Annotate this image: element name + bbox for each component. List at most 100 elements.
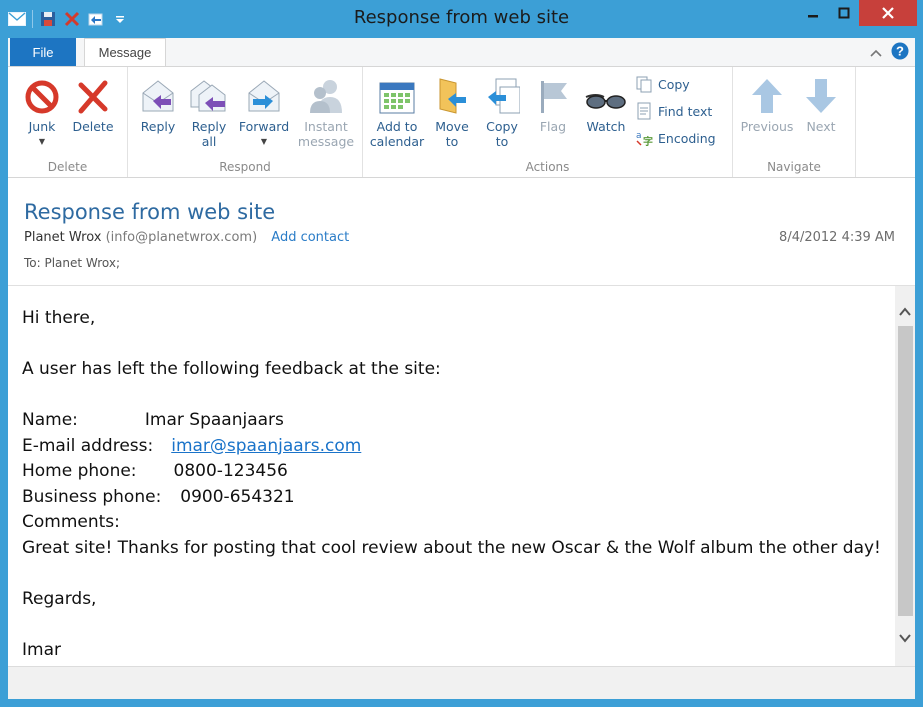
window-title: Response from web site <box>353 7 570 28</box>
encoding-button[interactable]: a字 Encoding <box>635 129 716 148</box>
collapse-ribbon-icon[interactable] <box>869 45 883 63</box>
flag-label: Flag <box>539 119 567 134</box>
previous-arrow-icon <box>752 79 782 113</box>
regards: Regards, <box>22 588 97 609</box>
copy-label: Copy <box>658 76 690 92</box>
copy-to-label-1: Copy <box>486 119 518 134</box>
reply-all-icon <box>190 80 226 112</box>
message-body: Hi there, A user has left the following … <box>8 286 915 666</box>
copy-to-label-2: to <box>495 134 509 149</box>
instant-message-button[interactable]: Instant message <box>294 73 358 149</box>
watch-glasses-icon <box>585 94 626 109</box>
previous-button[interactable]: Previous <box>739 73 795 134</box>
help-icon[interactable]: ? <box>891 42 909 65</box>
ribbon: Junk ▼ Delete Delete Reply Reply all For… <box>8 66 915 178</box>
flag-button[interactable]: Flag <box>531 73 575 134</box>
navigate-group: Previous Next Navigate <box>733 67 856 177</box>
next-button[interactable]: Next <box>799 73 843 134</box>
next-arrow-icon <box>806 79 836 113</box>
copy-icon <box>636 76 652 93</box>
find-text-icon <box>637 102 651 120</box>
maximize-button[interactable] <box>829 0 859 26</box>
close-icon <box>882 7 894 19</box>
forward-icon <box>248 80 280 112</box>
message-from: Planet Wrox (info@planetwrox.com) Add co… <box>24 230 349 245</box>
mail-window: Response from web site File Message ? Ju… <box>0 0 923 707</box>
copy-to-button[interactable]: Copy to <box>481 73 523 149</box>
junk-label: Junk <box>28 119 56 134</box>
minimize-button[interactable] <box>796 0 829 26</box>
reply-all-label-1: Reply <box>191 119 227 134</box>
message-date: 8/4/2012 4:39 AM <box>779 230 895 245</box>
find-text-button[interactable]: Find text <box>635 102 712 120</box>
previous-label: Previous <box>740 119 794 134</box>
delete-group: Junk ▼ Delete Delete <box>8 67 128 177</box>
status-bar <box>8 666 915 699</box>
respond-group: Reply Reply all Forward ▼ Instant messag… <box>128 67 363 177</box>
delete-button[interactable]: Delete <box>70 73 116 134</box>
junk-icon <box>25 80 59 114</box>
ribbon-controls: ? <box>869 42 909 65</box>
scrollbar-thumb[interactable] <box>898 326 913 616</box>
ribbon-tabs: File Message ? <box>8 38 915 66</box>
move-to-label-2: to <box>445 134 459 149</box>
move-to-button[interactable]: Move to <box>431 73 473 149</box>
sender-email: (info@planetwrox.com) <box>105 230 258 245</box>
message-subject: Response from web site <box>24 200 276 224</box>
add-contact-link[interactable]: Add contact <box>271 230 349 245</box>
business-phone-label: Business phone: <box>22 486 162 507</box>
name-row: Name: Imar Spaanjaars <box>22 408 881 434</box>
greeting: Hi there, <box>22 308 96 328</box>
vertical-scrollbar[interactable] <box>895 286 915 666</box>
forward-dropdown-icon: ▼ <box>260 137 268 146</box>
business-phone-row: Business phone: 0900-654321 <box>22 485 881 511</box>
email-row: E-mail address: imar@spaanjaars.com <box>22 434 881 460</box>
find-text-label: Find text <box>658 103 713 119</box>
encoding-label: Encoding <box>658 130 716 146</box>
email-link[interactable]: imar@spaanjaars.com <box>171 436 361 456</box>
reply-all-label-2: all <box>201 134 217 149</box>
instant-message-icon <box>310 80 342 113</box>
reply-button[interactable]: Reply <box>136 73 180 134</box>
svg-text:字: 字 <box>643 135 653 147</box>
add-to-calendar-label-2: calendar <box>369 134 425 149</box>
copy-to-icon <box>488 78 520 114</box>
scroll-up-icon[interactable] <box>899 306 911 318</box>
next-label: Next <box>806 119 836 134</box>
delete-label: Delete <box>72 119 114 134</box>
message-content: Hi there, A user has left the following … <box>22 306 881 663</box>
svg-text:?: ? <box>896 44 904 59</box>
actions-group-label: Actions <box>525 160 570 174</box>
respond-group-label: Respond <box>219 160 271 174</box>
reply-all-button[interactable]: Reply all <box>186 73 232 149</box>
message-header: Response from web site Planet Wrox (info… <box>8 178 915 286</box>
intro-text: A user has left the following feedback a… <box>22 359 441 379</box>
email-label: E-mail address: <box>22 435 154 456</box>
move-to-label-1: Move <box>435 119 469 134</box>
calendar-icon <box>379 82 415 114</box>
reply-icon <box>142 80 174 112</box>
maximize-icon <box>838 7 850 19</box>
scroll-down-icon[interactable] <box>899 632 911 644</box>
copy-button[interactable]: Copy <box>635 75 690 93</box>
watch-button[interactable]: Watch <box>581 73 631 134</box>
junk-dropdown-icon: ▼ <box>38 137 46 146</box>
add-to-calendar-button[interactable]: Add to calendar <box>369 73 425 149</box>
delete-group-label: Delete <box>47 160 88 174</box>
signature: Imar <box>22 639 61 660</box>
home-phone-value: 0800-123456 <box>173 461 288 481</box>
move-to-folder-icon <box>439 78 466 114</box>
junk-button[interactable]: Junk ▼ <box>20 73 64 149</box>
forward-button[interactable]: Forward ▼ <box>236 73 292 149</box>
home-phone-row: Home phone: 0800-123456 <box>22 459 881 485</box>
watch-label: Watch <box>586 119 626 134</box>
tab-file[interactable]: File <box>10 38 76 66</box>
tab-message[interactable]: Message <box>84 38 166 66</box>
navigate-group-label: Navigate <box>767 160 821 174</box>
name-label: Name: <box>22 410 78 430</box>
home-phone-label: Home phone: <box>22 461 137 481</box>
close-button[interactable] <box>859 0 917 26</box>
